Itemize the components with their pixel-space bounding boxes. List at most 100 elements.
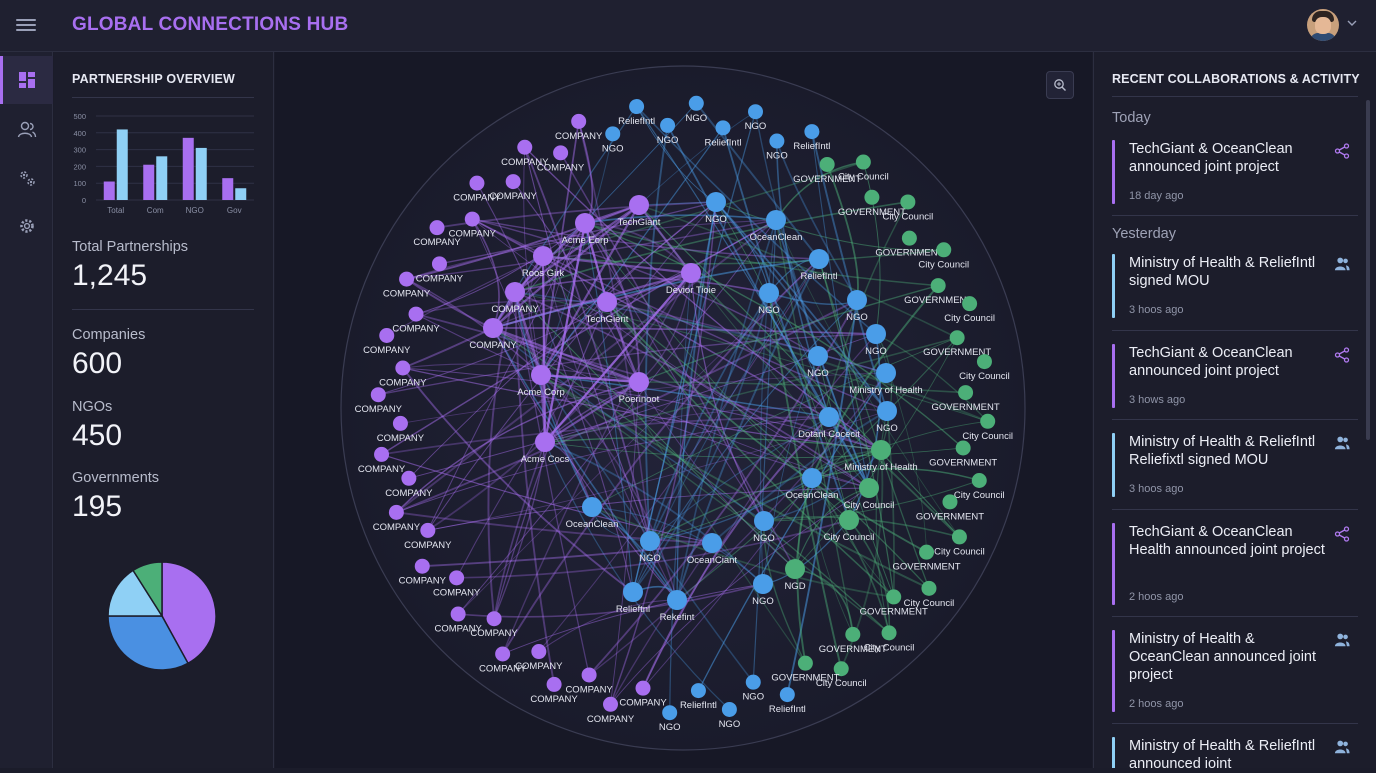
nav-dashboard[interactable] (0, 56, 53, 104)
gov-node[interactable] (936, 242, 952, 258)
company-node[interactable] (399, 271, 415, 287)
company-node[interactable] (374, 446, 390, 462)
gov-node[interactable] (971, 472, 987, 488)
nav-integrations[interactable] (0, 154, 53, 202)
gov-node[interactable] (980, 413, 996, 429)
company-node[interactable] (629, 195, 649, 215)
company-node[interactable] (581, 667, 597, 683)
company-node[interactable] (597, 292, 617, 312)
menu-icon[interactable] (16, 16, 36, 36)
company-node[interactable] (395, 360, 411, 376)
gov-node[interactable] (951, 529, 967, 545)
company-node[interactable] (495, 646, 511, 662)
gov-node[interactable] (942, 494, 958, 510)
ngo-node[interactable] (753, 574, 773, 594)
gov-node[interactable] (919, 544, 935, 560)
ngo-node[interactable] (582, 497, 602, 517)
users-icon[interactable] (1333, 435, 1351, 453)
ngo-node[interactable] (866, 324, 886, 344)
ngo-node[interactable] (766, 210, 786, 230)
company-node[interactable] (681, 263, 701, 283)
gov-node[interactable] (819, 156, 835, 172)
users-icon[interactable] (1333, 256, 1351, 274)
ngo-node[interactable] (605, 126, 621, 142)
ngo-node[interactable] (745, 674, 761, 690)
company-node[interactable] (388, 504, 404, 520)
ngo-node[interactable] (819, 407, 839, 427)
users-icon[interactable] (1333, 632, 1351, 650)
ngo-node[interactable] (759, 283, 779, 303)
network-graph[interactable]: COMPANY COMPANY COMPANY COMPANY COMPANY COMPA… (275, 52, 1092, 768)
gov-node[interactable] (845, 626, 861, 642)
company-node[interactable] (505, 282, 525, 302)
gov-node[interactable] (901, 230, 917, 246)
gov-node[interactable] (859, 478, 879, 498)
ngo-node[interactable] (688, 95, 704, 111)
company-node[interactable] (408, 306, 424, 322)
ngo-node[interactable] (715, 120, 731, 136)
company-node[interactable] (449, 570, 465, 586)
company-node[interactable] (486, 611, 502, 627)
company-node[interactable] (531, 644, 547, 660)
company-node[interactable] (635, 680, 651, 696)
ngo-node[interactable] (706, 192, 726, 212)
share-icon[interactable] (1333, 142, 1351, 160)
gov-node[interactable] (949, 330, 965, 346)
share-icon[interactable] (1333, 525, 1351, 543)
ngo-node[interactable] (847, 290, 867, 310)
ngo-node[interactable] (629, 99, 645, 115)
ngo-node[interactable] (769, 133, 785, 149)
company-node[interactable] (392, 415, 408, 431)
ngo-node[interactable] (754, 511, 774, 531)
gov-node[interactable] (930, 278, 946, 294)
activity-scrollbar[interactable] (1366, 100, 1370, 440)
gov-node[interactable] (900, 194, 916, 210)
gov-node[interactable] (955, 440, 971, 456)
company-node[interactable] (603, 696, 619, 712)
gov-node[interactable] (962, 296, 978, 312)
gov-node[interactable] (881, 625, 897, 641)
gov-node[interactable] (839, 510, 859, 530)
ngo-node[interactable] (809, 249, 829, 269)
gov-node[interactable] (871, 440, 891, 460)
nav-users[interactable] (0, 106, 53, 154)
ngo-node[interactable] (690, 683, 706, 699)
ngo-node[interactable] (877, 401, 897, 421)
gov-node[interactable] (921, 580, 937, 596)
ngo-node[interactable] (779, 687, 795, 703)
company-node[interactable] (429, 220, 445, 236)
zoom-button[interactable] (1046, 71, 1074, 99)
users-icon[interactable] (1333, 739, 1351, 757)
company-node[interactable] (531, 365, 551, 385)
company-node[interactable] (629, 372, 649, 392)
gov-node[interactable] (886, 589, 902, 605)
activity-item[interactable]: Ministry of Health & ReliefIntl announce… (1112, 737, 1358, 768)
activity-item[interactable]: TechGiant & OceanClean announced joint p… (1112, 140, 1358, 204)
company-node[interactable] (546, 676, 562, 692)
company-node[interactable] (575, 213, 595, 233)
share-icon[interactable] (1333, 346, 1351, 364)
company-node[interactable] (505, 174, 521, 190)
company-node[interactable] (483, 318, 503, 338)
activity-item[interactable]: Ministry of Health & OceanClean announce… (1112, 630, 1358, 712)
gov-node[interactable] (864, 189, 880, 205)
activity-item[interactable]: TechGiant & OceanClean announced joint p… (1112, 344, 1358, 408)
ngo-node[interactable] (640, 531, 660, 551)
company-node[interactable] (535, 432, 555, 452)
ngo-node[interactable] (808, 346, 828, 366)
ngo-node[interactable] (747, 104, 763, 120)
ngo-node[interactable] (802, 468, 822, 488)
ngo-node[interactable] (702, 533, 722, 553)
ngo-node[interactable] (667, 590, 687, 610)
gov-node[interactable] (785, 559, 805, 579)
company-node[interactable] (464, 211, 480, 227)
company-node[interactable] (571, 113, 587, 129)
gov-node[interactable] (797, 655, 813, 671)
activity-item[interactable]: Ministry of Health & ReliefIntl Reliefix… (1112, 433, 1358, 497)
ngo-node[interactable] (660, 117, 676, 133)
activity-item[interactable]: TechGiant & OceanClean Health announced … (1112, 523, 1358, 605)
company-node[interactable] (533, 246, 553, 266)
activity-item[interactable]: Ministry of Health & ReliefIntl signed M… (1112, 254, 1358, 318)
company-node[interactable] (370, 387, 386, 403)
nav-settings[interactable] (0, 202, 53, 250)
